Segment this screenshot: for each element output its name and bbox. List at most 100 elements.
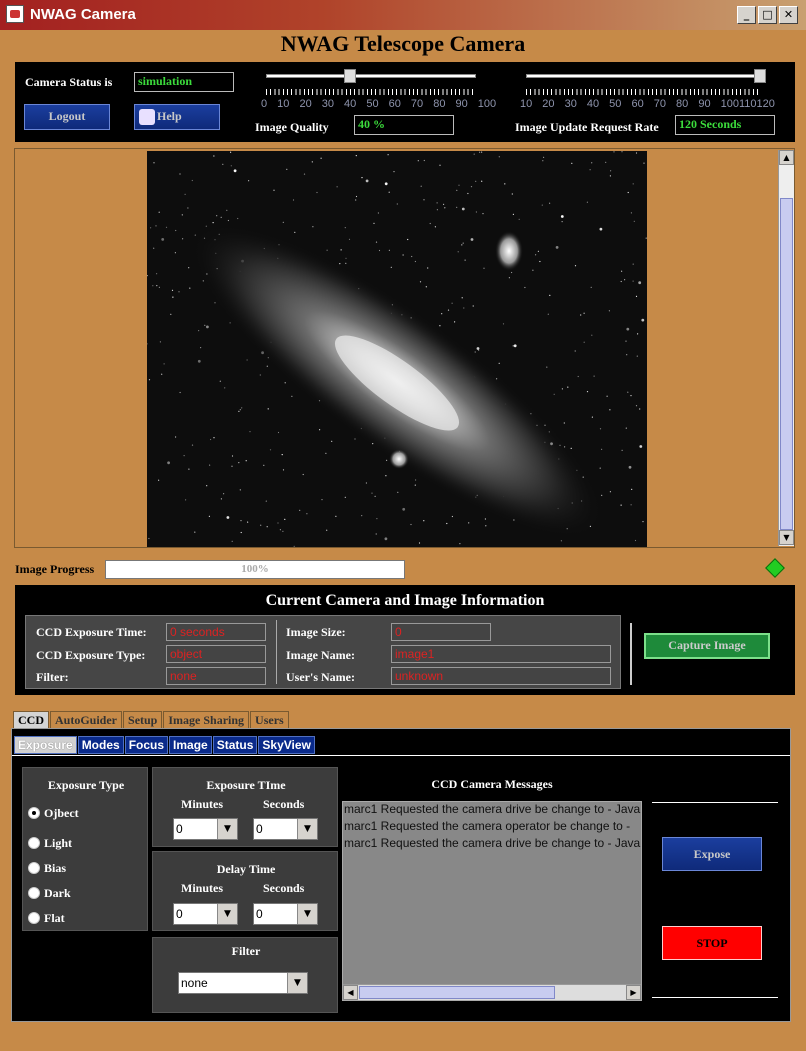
image-quality-field: 40 % (354, 115, 454, 135)
stop-button[interactable]: STOP (662, 926, 762, 960)
capture-image-button[interactable]: Capture Image (644, 633, 770, 659)
update-rate-label: Image Update Request Rate (515, 120, 659, 134)
quality-slider-thumb[interactable] (344, 69, 356, 83)
minimize-icon[interactable]: _ (737, 6, 756, 24)
scroll-thumb[interactable] (780, 198, 793, 530)
close-icon[interactable]: ✕ (779, 6, 798, 24)
window-titlebar: NWAG Camera _ □ ✕ (0, 0, 806, 30)
delay-minutes-combo[interactable]: 0 ▼ (173, 903, 238, 925)
image-vertical-scrollbar[interactable]: ▲ ▼ (778, 150, 794, 546)
radio-dark-label: Dark (44, 886, 71, 900)
radio-light[interactable]: Light (28, 836, 72, 851)
image-progress-bar: 100% (105, 560, 405, 579)
app-icon (6, 5, 24, 23)
maximize-icon[interactable]: □ (758, 6, 777, 24)
subtab-modes[interactable]: Modes (77, 736, 124, 754)
delay-seconds-combo[interactable]: 0 ▼ (253, 903, 318, 925)
subtab-exposure[interactable]: Exposure (14, 736, 77, 754)
tab-autoguider[interactable]: AutoGuider (50, 711, 123, 729)
window-title: NWAG Camera (30, 6, 136, 23)
quality-slider-track[interactable] (266, 74, 476, 78)
filter-combo-value: none (181, 976, 208, 990)
ccd-tab-panel: Exposure Modes Focus Image Status SkyVie… (11, 728, 791, 1022)
filter-label: Filter: (36, 670, 69, 684)
subtab-skyview[interactable]: SkyView (258, 736, 315, 754)
exposure-type-group: Exposure Type Ojbect Light Bias Dark Fla… (22, 767, 148, 931)
subtab-divider (12, 755, 790, 756)
sub-tabs: Exposure Modes Focus Image Status SkyVie… (14, 736, 315, 754)
radio-bias[interactable]: Bias (28, 861, 66, 876)
scroll-thumb[interactable] (359, 986, 555, 999)
tab-image-sharing[interactable]: Image Sharing (163, 711, 250, 729)
radio-flat[interactable]: Flat (28, 911, 65, 926)
delay-seconds-label: Seconds (263, 881, 305, 895)
app-title: NWAG Telescope Camera (280, 31, 526, 56)
logout-button[interactable]: Logout (24, 104, 110, 130)
image-name-label: Image Name: (286, 648, 355, 662)
delay-seconds-value: 0 (256, 907, 263, 921)
exposure-minutes-value: 0 (176, 822, 183, 836)
radio-icon (28, 837, 40, 849)
subtab-focus[interactable]: Focus (124, 736, 169, 754)
update-rate-slider-track[interactable] (526, 74, 760, 78)
info-box: CCD Exposure Time: 0 seconds CCD Exposur… (25, 615, 621, 689)
chevron-down-icon[interactable]: ▼ (287, 973, 307, 993)
exposure-type-label: CCD Exposure Type: (36, 648, 146, 662)
filter-combo[interactable]: none ▼ (178, 972, 308, 994)
main-tabs: CCD AutoGuider Setup Image Sharing Users (13, 711, 289, 729)
tab-users[interactable]: Users (250, 711, 289, 729)
subtab-image[interactable]: Image (169, 736, 212, 754)
image-name-value: image1 (391, 645, 611, 663)
messages-horizontal-scrollbar[interactable]: ◀ ▶ (343, 984, 641, 1000)
chevron-down-icon[interactable]: ▼ (217, 819, 237, 839)
chevron-down-icon[interactable]: ▼ (297, 819, 317, 839)
delay-time-title: Delay Time (216, 862, 276, 876)
expose-button[interactable]: Expose (662, 837, 762, 871)
delay-time-group: Delay Time Minutes Seconds 0 ▼ 0 ▼ (152, 851, 338, 931)
tab-ccd[interactable]: CCD (13, 711, 49, 729)
image-viewport: ▲ ▼ (14, 148, 795, 548)
exposure-seconds-combo[interactable]: 0 ▼ (253, 818, 318, 840)
image-quality-label: Image Quality (255, 120, 329, 134)
info-panel-title: Current Camera and Image Information (265, 592, 545, 609)
galaxy-image (147, 151, 647, 547)
camera-info-panel: Current Camera and Image Information CCD… (15, 585, 795, 695)
scroll-left-icon[interactable]: ◀ (343, 985, 358, 1000)
radio-object[interactable]: Ojbect (28, 806, 79, 821)
exposure-type-title: Exposure Type (47, 778, 125, 792)
scroll-down-icon[interactable]: ▼ (779, 530, 794, 545)
scroll-up-icon[interactable]: ▲ (779, 150, 794, 165)
update-rate-slider-thumb[interactable] (754, 69, 766, 83)
help-icon (139, 109, 155, 125)
quality-slider-ticks (266, 89, 476, 95)
radio-icon (28, 887, 40, 899)
delay-minutes-value: 0 (176, 907, 183, 921)
telescope-image (147, 151, 647, 547)
exposure-time-value: 0 seconds (166, 623, 266, 641)
chevron-down-icon[interactable]: ▼ (217, 904, 237, 924)
subtab-status[interactable]: Status (212, 736, 258, 754)
quality-tick-labels: 0 10 20 30 40 50 60 70 80 90 100 (261, 98, 497, 110)
exposure-time-label: CCD Exposure Time: (36, 625, 147, 639)
filter-group: Filter none ▼ (152, 937, 338, 1013)
exposure-minutes-combo[interactable]: 0 ▼ (173, 818, 238, 840)
radio-object-label: Ojbect (44, 806, 79, 820)
messages-list[interactable]: marc1 Requested the camera drive be chan… (342, 801, 642, 1001)
exposure-seconds-label: Seconds (263, 797, 305, 811)
controls-divider-bottom (652, 997, 778, 998)
image-size-value: 0 (391, 623, 491, 641)
message-line: marc1 Requested the camera operator be c… (344, 819, 631, 833)
chevron-down-icon[interactable]: ▼ (297, 904, 317, 924)
camera-status-label: Camera Status is (25, 75, 113, 89)
radio-dark[interactable]: Dark (28, 886, 71, 901)
top-control-panel: Camera Status is simulation Logout Help … (15, 62, 795, 142)
scroll-right-icon[interactable]: ▶ (626, 985, 641, 1000)
help-button[interactable]: Help (134, 104, 220, 130)
tab-setup[interactable]: Setup (123, 711, 163, 729)
radio-icon (28, 862, 40, 874)
filter-title: Filter (231, 944, 261, 958)
radio-bias-label: Bias (44, 861, 67, 875)
exposure-type-value: object (166, 645, 266, 663)
update-rate-tick-labels: 10 20 30 40 50 60 70 80 90 100110120 (520, 98, 775, 110)
exposure-seconds-value: 0 (256, 822, 263, 836)
